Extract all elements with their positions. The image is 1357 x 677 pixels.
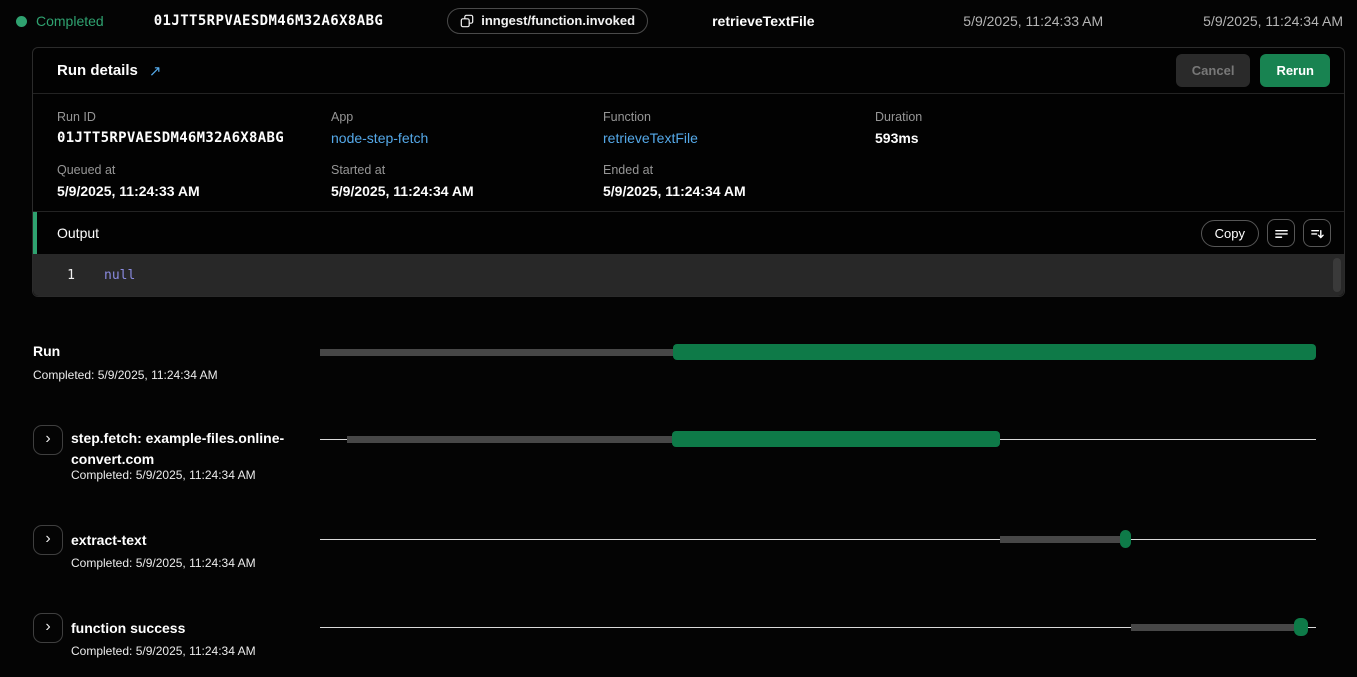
cancel-button[interactable]: Cancel [1176,54,1251,87]
panel-title: Run details [57,62,138,79]
trace-row-function-success-name: function success [71,618,185,639]
field-label: Started at [331,163,603,178]
timeline-baseline [320,539,1316,540]
copy-output-button[interactable]: Copy [1201,220,1259,247]
scroll-to-bottom-button[interactable] [1303,219,1331,247]
run-status-bar: Completed 01JTT5RPVAESDM46M32A6X8ABG inn… [0,0,1357,42]
field-label: Ended at [603,163,875,178]
wrap-text-button[interactable] [1267,219,1295,247]
queue-wait-segment [320,349,673,356]
field-value: 5/9/2025, 11:24:34 AM [603,182,875,200]
execution-segment[interactable] [1294,618,1308,636]
field-ended-at: Ended at 5/9/2025, 11:24:34 AM [603,163,875,200]
output-value: null [104,268,135,283]
trace-row-function-success-completed: Completed: 5/9/2025, 11:24:34 AM [71,644,256,658]
output-section-header: Output Copy [33,211,1344,254]
execution-segment[interactable] [1120,530,1131,548]
status-completed-icon [16,16,27,27]
output-accent-bar [33,212,37,254]
event-badge-label: inngest/function.invoked [481,13,635,28]
trace-row-run-track [320,343,1316,361]
external-link-icon[interactable]: ↗ [149,62,162,80]
trace-row-step-fetch-completed: Completed: 5/9/2025, 11:24:34 AM [71,468,256,482]
field-queued-at: Queued at 5/9/2025, 11:24:33 AM [57,163,331,200]
field-value: 5/9/2025, 11:24:34 AM [331,182,603,200]
field-value: 593ms [875,129,1320,147]
queue-wait-segment [347,436,672,443]
field-label: Queued at [57,163,331,178]
field-started-at: Started at 5/9/2025, 11:24:34 AM [331,163,603,200]
line-number: 1 [33,268,75,283]
run-details-panel: Run details ↗ Cancel Rerun Run ID 01JTT5… [32,47,1345,297]
expand-extract-text-button[interactable]: › [33,525,63,555]
expand-function-success-button[interactable]: › [33,613,63,643]
event-badge[interactable]: inngest/function.invoked [447,8,648,34]
field-run-id: Run ID 01JTT5RPVAESDM46M32A6X8ABG [57,110,331,147]
output-code-block: 1 null [33,254,1344,296]
field-label: App [331,110,603,125]
trace-row-step-fetch-track [320,430,1316,448]
field-duration: Duration 593ms [875,110,1320,147]
execution-segment[interactable] [673,344,1316,360]
trace-row-extract-text-track [320,530,1316,548]
copy-icon [460,14,474,28]
wrap-text-icon [1274,226,1289,241]
code-scrollbar[interactable] [1333,258,1341,292]
queue-wait-segment [1000,536,1120,543]
field-app: App node-step-fetch [331,110,603,147]
function-name: retrieveTextFile [712,13,814,29]
trace-row-extract-text-name: extract-text [71,530,146,551]
run-details-header: Run details ↗ Cancel Rerun [33,48,1344,94]
queued-timestamp: 5/9/2025, 11:24:33 AM [963,13,1103,29]
status-label: Completed [36,13,104,29]
started-timestamp: 5/9/2025, 11:24:34 AM [1203,13,1343,29]
execution-segment[interactable] [672,431,1001,447]
field-function: Function retrieveTextFile [603,110,875,147]
scroll-to-bottom-icon [1310,226,1325,241]
trace-row-run-name: Run [33,341,60,362]
field-value: 01JTT5RPVAESDM46M32A6X8ABG [57,129,331,147]
queue-wait-segment [1131,624,1294,631]
rerun-button[interactable]: Rerun [1260,54,1330,87]
trace-row-extract-text-completed: Completed: 5/9/2025, 11:24:34 AM [71,556,256,570]
trace-row-run-completed: Completed: 5/9/2025, 11:24:34 AM [33,368,218,382]
field-label: Run ID [57,110,331,125]
field-label: Function [603,110,875,125]
app-link[interactable]: node-step-fetch [331,129,603,147]
output-title: Output [57,225,99,241]
field-label: Duration [875,110,1320,125]
trace-row-function-success-track [320,618,1316,636]
function-link[interactable]: retrieveTextFile [603,129,875,147]
expand-step-fetch-button[interactable]: › [33,425,63,455]
field-value: 5/9/2025, 11:24:33 AM [57,182,331,200]
trace-row-step-fetch-name: step.fetch: example-files.online-convert… [71,428,311,470]
run-id: 01JTT5RPVAESDM46M32A6X8ABG [154,13,384,29]
run-details-fields: Run ID 01JTT5RPVAESDM46M32A6X8ABG App no… [33,94,1344,200]
